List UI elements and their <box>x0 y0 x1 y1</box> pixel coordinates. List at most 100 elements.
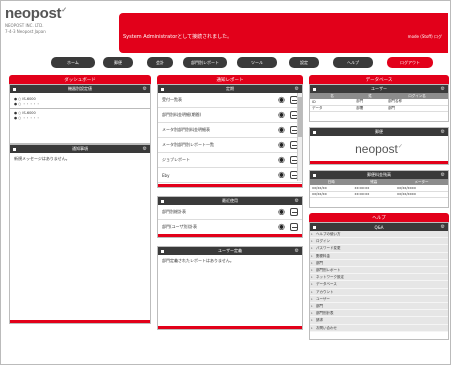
report-row[interactable]: ジョブレポート ◉ <box>158 153 302 168</box>
panel-bottom-bar <box>158 326 302 329</box>
user-defined-panel: ユーザー定義 ⚙ 部門定義されたレポートはありません。 <box>157 246 303 330</box>
help-item[interactable]: アカウント <box>310 289 448 296</box>
device-settings-header: 機器別設定値 ⚙ <box>10 85 150 93</box>
postage-balance-panel: 郵便料金残高 ⚙ 日時 残高 メーター xx/xx/xx xx:xx:xx xx/xx/… <box>309 170 449 208</box>
recent-reports-header: 最近使用 ⚙ <box>158 197 302 205</box>
gear-icon[interactable]: ⚙ <box>143 146 147 152</box>
collapse-icon[interactable] <box>161 87 164 91</box>
divider <box>10 108 150 109</box>
gear-icon[interactable]: ⚙ <box>295 198 299 204</box>
nav-home[interactable]: ホーム <box>51 57 95 68</box>
eye-icon[interactable]: ◉ <box>278 171 285 179</box>
collapse-icon[interactable] <box>313 130 316 134</box>
user-defined-text: 部門定義されたレポートはありません。 <box>162 258 234 263</box>
collapse-icon[interactable] <box>313 173 316 177</box>
gear-icon[interactable]: ⚙ <box>441 129 445 135</box>
help-item[interactable]: 部門 <box>310 303 448 311</box>
tree-item[interactable]: ● ○ ・・・・・ <box>10 102 150 107</box>
logo-line-1: NEOPOST INC. LTD. <box>5 23 44 28</box>
user-mode-link[interactable]: mode (Stoff) ログ <box>408 34 442 40</box>
collapse-icon[interactable] <box>313 225 316 229</box>
main-nav: ホーム 郵便 会計 部門別レポート ツール 設定 ヘルプ ログアウト <box>37 57 450 69</box>
gear-icon[interactable]: ⚙ <box>441 86 445 92</box>
help-item[interactable]: 郵便料金 <box>310 253 448 260</box>
user-defined-header: ユーザー定義 ⚙ <box>158 247 302 255</box>
gear-icon[interactable]: ⚙ <box>441 224 445 230</box>
help-panel: Q&A ⚙ ヘルプの使い方 ログイン パスワード変更 郵便料金 部門 部門別レポ… <box>309 222 449 340</box>
report-row[interactable]: 部門別料金明細(期間) ◉ <box>158 108 302 123</box>
help-item[interactable]: 請求 <box>310 317 448 325</box>
dashboard-title: ダッシュボード <box>9 75 151 84</box>
report-row[interactable]: 受付一覧表 ◉ <box>158 93 302 108</box>
eye-icon[interactable]: ◉ <box>278 126 285 134</box>
periodic-reports-header: 定期 ⚙ <box>158 85 302 93</box>
nav-mail[interactable]: 郵便 <box>103 57 133 68</box>
nav-settings[interactable]: 設定 <box>289 57 319 68</box>
neopost-logo: neopost✓ <box>5 5 67 22</box>
recent-reports-panel: 最近使用 ⚙ 部門別総計表 ◉ 部門(ユーザ別)計表 ◉ <box>157 196 303 238</box>
eye-icon[interactable]: ◉ <box>278 96 285 104</box>
help-item[interactable]: 部門 <box>310 260 448 268</box>
printer-icon[interactable] <box>290 208 298 216</box>
nav-tools[interactable]: ツール <box>237 57 277 68</box>
nav-dept-report[interactable]: 部門別レポート <box>183 57 227 68</box>
eye-icon[interactable]: ◉ <box>278 156 285 164</box>
database-column: データベース ユーザー ⚙ 名姓ログイン名 ID 部門 部門名称 データ 部署 部門 郵… <box>309 75 449 340</box>
logo-mark-icon: ✓ <box>61 7 67 14</box>
database-title: データベース <box>309 75 449 84</box>
reports-title: 通知レポート <box>157 75 303 84</box>
nav-accounting[interactable]: 会計 <box>147 57 173 68</box>
nav-logout[interactable]: ログアウト <box>387 57 433 68</box>
eye-icon[interactable]: ◉ <box>278 111 285 119</box>
table-row[interactable]: xx/xx/xx xx:xx:xx xx/xx/xxxx <box>310 191 448 198</box>
collapse-icon[interactable] <box>13 147 16 151</box>
table-row[interactable]: データ 部署 部門 <box>310 105 448 112</box>
help-item[interactable]: 部門別計表 <box>310 310 448 318</box>
panel-bottom-bar <box>158 234 302 237</box>
nav-help[interactable]: ヘルプ <box>333 57 373 68</box>
help-item[interactable]: パスワード変更 <box>310 245 448 253</box>
panel-bottom-bar <box>158 184 302 187</box>
help-item[interactable]: ネットワーク設定 <box>310 274 448 282</box>
collapse-icon[interactable] <box>13 87 16 91</box>
notifications-panel: 通知事項 ⚙ 新規メッセージはありません。 <box>9 144 151 324</box>
printer-icon[interactable] <box>290 223 298 231</box>
eye-icon[interactable]: ◉ <box>278 141 285 149</box>
logo-block: neopost✓ NEOPOST INC. LTD. 7-4-3 Neopost… <box>5 5 117 45</box>
help-item[interactable]: ユーザー <box>310 296 448 304</box>
eye-icon[interactable]: ◉ <box>278 208 285 216</box>
panel-bottom-bar <box>310 161 448 164</box>
scroll-thumb[interactable] <box>298 97 302 137</box>
app-window: neopost✓ NEOPOST INC. LTD. 7-4-3 Neopost… <box>0 0 451 365</box>
neopost-brand: neopost✓ <box>355 142 403 156</box>
collapse-icon[interactable] <box>161 199 164 203</box>
collapse-icon[interactable] <box>161 249 164 253</box>
recent-report-row[interactable]: 部門別総計表 ◉ <box>158 205 302 220</box>
collapse-icon[interactable] <box>313 87 316 91</box>
help-title: ヘルプ <box>309 213 449 222</box>
help-list: ヘルプの使い方 ログイン パスワード変更 郵便料金 部門 部門別レポート ネット… <box>310 231 448 332</box>
gear-icon[interactable]: ⚙ <box>441 172 445 178</box>
login-message: System Administratorとして接続されました。 <box>123 34 233 40</box>
tree-item[interactable]: ● ○ ・・・・・ <box>10 116 150 121</box>
report-row[interactable]: Eby ◉ <box>158 168 302 183</box>
report-row[interactable]: メータ別部門別レポート一覧 ◉ <box>158 138 302 153</box>
gear-icon[interactable]: ⚙ <box>143 86 147 92</box>
eye-icon[interactable]: ◉ <box>278 223 285 231</box>
gear-icon[interactable]: ⚙ <box>295 86 299 92</box>
reports-scrollbar[interactable] <box>297 93 302 181</box>
header-banner: System Administratorとして接続されました。 mode (St… <box>119 13 448 53</box>
gear-icon[interactable]: ⚙ <box>295 248 299 254</box>
panel-bottom-bar <box>10 320 150 323</box>
help-item[interactable]: データベース <box>310 281 448 289</box>
users-table: 名姓ログイン名 ID 部門 部門名称 データ 部署 部門 <box>310 93 448 112</box>
users-header: ユーザー ⚙ <box>310 85 448 93</box>
postage-balance-header: 郵便料金残高 ⚙ <box>310 171 448 179</box>
help-item[interactable]: ログイン <box>310 238 448 246</box>
help-item[interactable]: ヘルプの使い方 <box>310 231 448 239</box>
recent-report-row[interactable]: 部門(ユーザ別)計表 ◉ <box>158 220 302 235</box>
help-item[interactable]: 部門別レポート <box>310 267 448 275</box>
report-row[interactable]: メータ別部門別料金明細表 ◉ <box>158 123 302 138</box>
help-item[interactable]: お問い合わせ <box>310 325 448 332</box>
device-settings-panel: 機器別設定値 ⚙ ● ○ IS-6000 ● ○ ・・・・・ ● ○ IS-60… <box>9 84 151 144</box>
